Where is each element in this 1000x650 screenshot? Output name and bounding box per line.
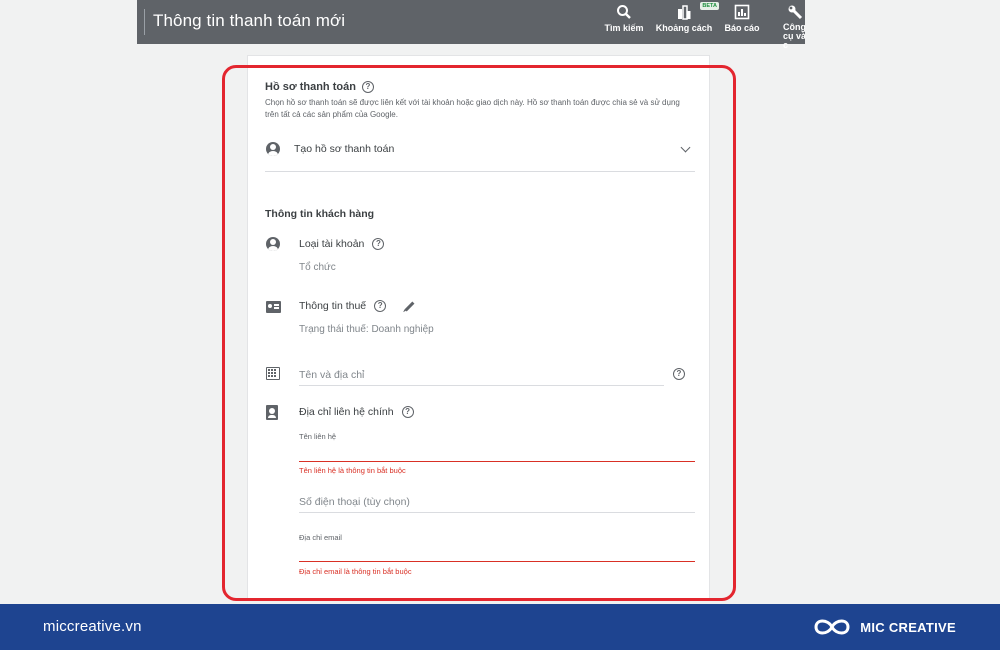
billing-profile-select[interactable]: Tạo hồ sơ thanh toán bbox=[265, 138, 695, 172]
help-icon[interactable]: ? bbox=[673, 368, 685, 380]
tax-info-label: Thông tin thuế bbox=[299, 300, 367, 312]
toolbar-divider bbox=[144, 9, 145, 35]
contact-name-error: Tên liên hệ là thông tin bắt buộc bbox=[299, 466, 406, 475]
building-icon bbox=[266, 367, 280, 380]
tax-info-label-row: Thông tin thuế ? bbox=[299, 300, 415, 312]
billing-profile-title: Hồ sơ thanh toán bbox=[265, 81, 356, 93]
account-type-label-row: Loại tài khoản ? bbox=[299, 238, 385, 250]
search-icon bbox=[617, 5, 631, 19]
tool-tools-label: Công cụ và c bbox=[783, 22, 805, 50]
billing-profile-description: Chọn hồ sơ thanh toán sẽ được liên kết v… bbox=[265, 98, 680, 119]
account-type-value: Tổ chức bbox=[299, 262, 336, 273]
chevron-down-icon[interactable] bbox=[680, 142, 691, 153]
help-icon[interactable]: ? bbox=[372, 238, 385, 250]
contact-name-label: Tên liên hệ bbox=[299, 432, 337, 441]
account-type-icon bbox=[266, 237, 280, 251]
tax-card-icon bbox=[266, 301, 281, 313]
edit-pencil-icon[interactable] bbox=[404, 301, 415, 311]
create-billing-profile-label: Tạo hồ sơ thanh toán bbox=[294, 143, 395, 155]
name-address-input[interactable]: Tên và địa chỉ bbox=[299, 369, 364, 381]
phone-input[interactable]: Số điện thoại (tùy chọn) bbox=[299, 496, 410, 508]
tool-search-label: Tìm kiếm bbox=[604, 23, 644, 33]
help-icon[interactable]: ? bbox=[374, 300, 387, 312]
wrench-icon bbox=[788, 5, 803, 20]
tool-gap[interactable]: BETA Khoảng cách bbox=[655, 2, 719, 33]
tool-tools[interactable]: Công cụ và c bbox=[773, 4, 805, 50]
help-icon[interactable]: ? bbox=[361, 81, 374, 93]
footer-bar: miccreative.vn MIC CREATIVE bbox=[0, 604, 1000, 650]
email-label: Địa chỉ email bbox=[299, 533, 342, 542]
footer-brand: MIC CREATIVE bbox=[812, 616, 956, 638]
name-address-underline bbox=[299, 385, 664, 386]
tax-status-value: Trạng thái thuế: Doanh nghiệp bbox=[299, 324, 434, 335]
beta-badge: BETA bbox=[700, 2, 719, 10]
account-type-label: Loại tài khoản bbox=[299, 238, 365, 250]
billing-profile-heading: Hồ sơ thanh toán ? bbox=[265, 81, 374, 93]
email-error: Địa chỉ email là thông tin bắt buộc bbox=[299, 567, 412, 576]
customer-info-heading: Thông tin khách hàng bbox=[265, 208, 375, 220]
tool-gap-label: Khoảng cách bbox=[655, 23, 713, 33]
phone-underline bbox=[299, 512, 695, 513]
tool-report-label: Báo cáo bbox=[724, 23, 760, 33]
report-icon bbox=[734, 4, 750, 20]
contact-name-input[interactable] bbox=[299, 461, 695, 462]
infinity-logo-icon bbox=[814, 619, 850, 635]
email-input[interactable] bbox=[299, 561, 695, 562]
footer-brand-name: MIC CREATIVE bbox=[860, 619, 956, 635]
tool-search[interactable]: Tìm kiếm bbox=[603, 4, 645, 33]
help-icon[interactable]: ? bbox=[401, 406, 414, 418]
tool-report[interactable]: Báo cáo bbox=[723, 4, 761, 33]
page-title: Thông tin thanh toán mới bbox=[153, 11, 346, 30]
primary-contact-label: Địa chỉ liên hệ chính bbox=[299, 406, 394, 418]
footer-site[interactable]: miccreative.vn bbox=[43, 618, 142, 635]
primary-contact-label-row: Địa chỉ liên hệ chính ? bbox=[299, 406, 414, 418]
account-circle-icon bbox=[266, 142, 280, 156]
top-toolbar: Thông tin thanh toán mới Tìm kiếm BETA K… bbox=[137, 0, 805, 50]
gap-icon bbox=[678, 5, 691, 20]
contact-card-icon bbox=[266, 405, 278, 420]
